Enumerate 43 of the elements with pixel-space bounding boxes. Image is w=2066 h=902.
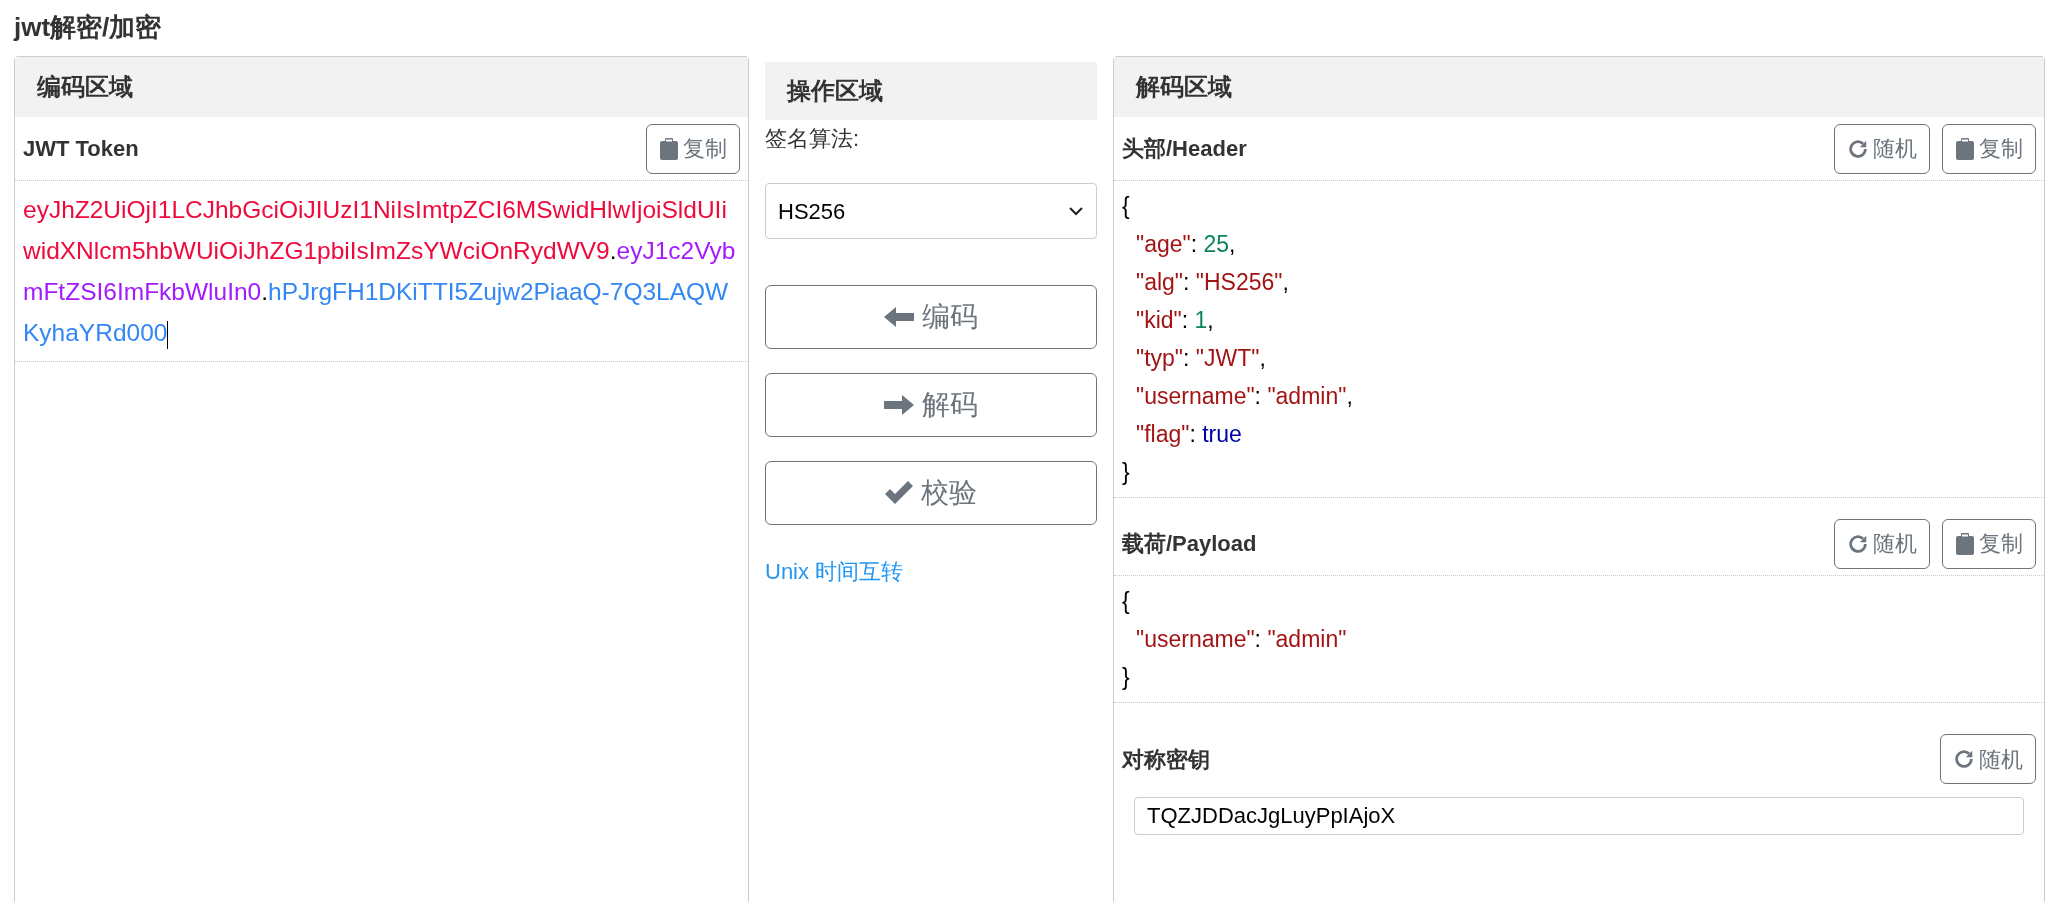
- panel-header: 操作区域: [765, 62, 1097, 120]
- right-arrow-icon: [884, 393, 914, 417]
- section-label: 头部/Header: [1122, 135, 1247, 163]
- unix-time-link[interactable]: Unix 时间互转: [765, 555, 904, 588]
- refresh-icon: [1847, 137, 1869, 160]
- left-arrow-icon: [884, 305, 914, 329]
- random-button[interactable]: 随机: [1940, 734, 2036, 784]
- section-label: JWT Token: [23, 135, 139, 163]
- random-button[interactable]: 随机: [1834, 123, 1930, 174]
- json-line: "flag": true: [1135, 420, 1242, 449]
- clipboard-icon: [659, 137, 679, 160]
- section-label: 对称密钥: [1122, 745, 1210, 774]
- json-brace: {: [1122, 192, 1130, 221]
- json-brace: }: [1122, 458, 1130, 487]
- section-label: 载荷/Payload: [1122, 530, 1257, 558]
- json-line: "kid": 1,: [1135, 306, 1214, 335]
- chevron-down-icon: [1068, 206, 1084, 216]
- page-title: jwt解密/加密: [12, 11, 163, 44]
- json-line: "username": "admin",: [1135, 382, 1353, 411]
- copy-button[interactable]: 复制: [1942, 123, 2036, 174]
- encode-button[interactable]: 编码: [765, 285, 1097, 349]
- json-line: "username": "admin": [1135, 625, 1347, 654]
- panel-header: 解码区域: [1114, 57, 2044, 117]
- refresh-icon: [1847, 532, 1869, 555]
- json-brace: {: [1122, 587, 1130, 616]
- algorithm-select[interactable]: HS256: [765, 183, 1097, 239]
- refresh-icon: [1953, 748, 1975, 770]
- decode-button[interactable]: 解码: [765, 373, 1097, 437]
- copy-button[interactable]: 复制: [1942, 518, 2036, 569]
- verify-button[interactable]: 校验: [765, 461, 1097, 525]
- clipboard-icon: [1955, 137, 1975, 160]
- json-line: "age": 25,: [1135, 230, 1236, 259]
- check-icon: [885, 481, 913, 505]
- random-button[interactable]: 随机: [1834, 518, 1930, 569]
- algorithm-label: 签名算法:: [765, 125, 860, 153]
- json-line: "alg": "HS256",: [1135, 268, 1289, 297]
- token-text: eyJhZ2UiOjI1LCJhbGciOiJIUzI1NiIsImtpZCI6MSwidHlwIjoiSldUIiwidXNlcm5hbWUiOiJhZG1pbiIsImZsYWciOnRydWV9.eyJ1c2VybmFtZSI6ImFkbWluIn0.hPJrgFH1DKiTTI5Zujw2PiaaQ-7Q3LAQWKyhaYRd000: [15, 181, 748, 362]
- copy-button[interactable]: 复制: [646, 123, 740, 174]
- clipboard-icon: [1955, 532, 1975, 555]
- json-line: "typ": "JWT",: [1135, 344, 1266, 373]
- json-brace: }: [1122, 663, 1130, 692]
- secret-key-field[interactable]: TQZJDDacJgLuyPpIAjoX: [1134, 797, 2024, 835]
- panel-header: 编码区域: [15, 57, 748, 117]
